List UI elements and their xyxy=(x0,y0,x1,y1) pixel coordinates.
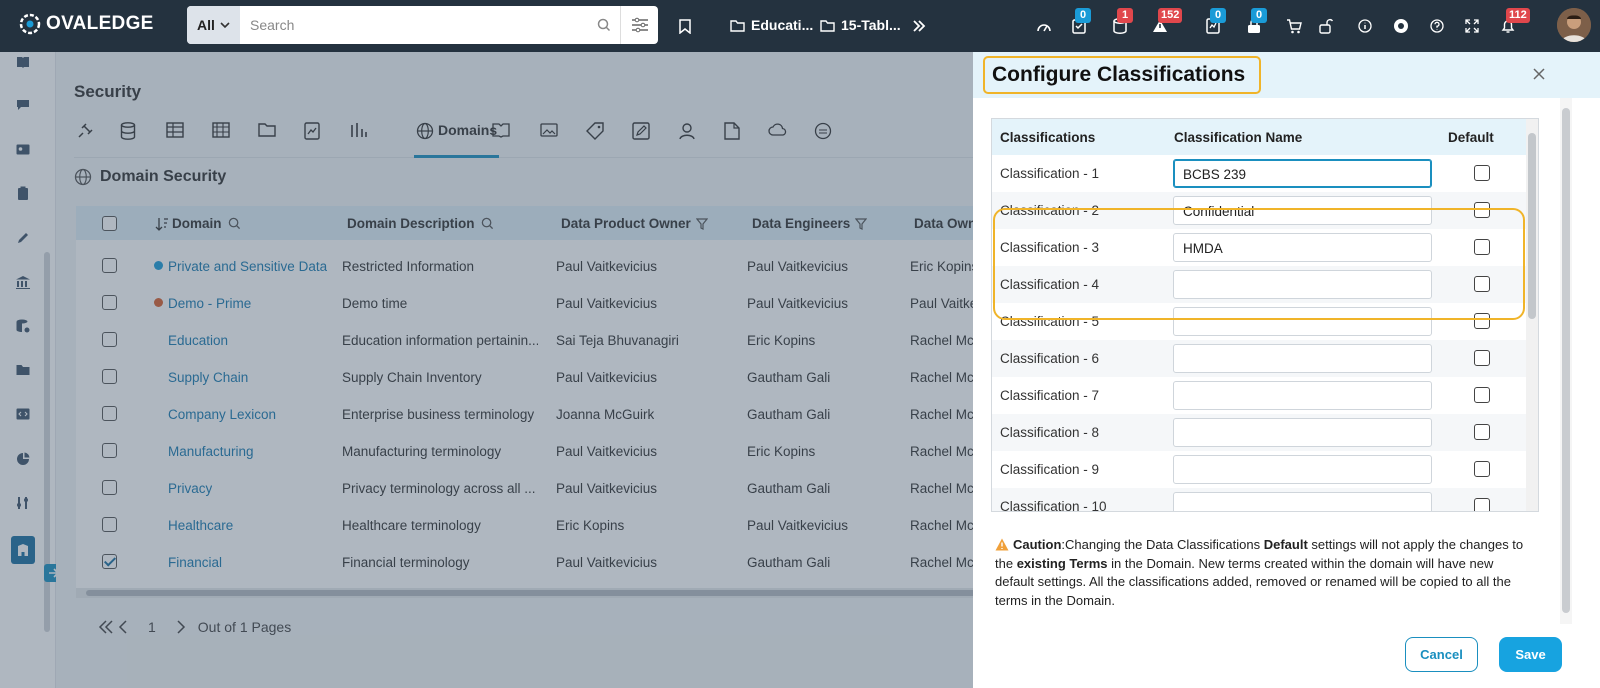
search-input[interactable] xyxy=(240,6,588,44)
lock-badge: 0 xyxy=(1251,8,1267,23)
classification-name-input[interactable]: BCBS 239 xyxy=(1173,159,1432,188)
panel-scrollbar[interactable] xyxy=(1560,98,1572,624)
classification-label: Classification - 6 xyxy=(1000,351,1100,366)
default-checkbox[interactable] xyxy=(1474,424,1490,440)
classification-row: Classification - 7 xyxy=(992,377,1528,414)
breadcrumb-2[interactable]: 15-Tabl... xyxy=(820,17,901,33)
top-bar: OVALEDGE All Educati... 15-Tabl... 0 1 1… xyxy=(0,0,1600,52)
user-avatar[interactable] xyxy=(1557,8,1591,42)
classification-row: Classification - 1 BCBS 239 xyxy=(992,155,1528,192)
classification-name-input[interactable] xyxy=(1173,455,1432,484)
default-checkbox[interactable] xyxy=(1474,461,1490,477)
breadcrumb-1-label: Educati... xyxy=(751,17,814,33)
search-scope-select[interactable]: All xyxy=(187,6,240,44)
help-icon[interactable] xyxy=(1427,16,1447,36)
fullscreen-icon[interactable] xyxy=(1462,16,1482,36)
chrome-extension-icon[interactable] xyxy=(1391,16,1411,36)
logo-icon xyxy=(19,13,41,35)
configure-classifications-panel: Configure Classifications Classification… xyxy=(973,52,1600,688)
panel-title: Configure Classifications xyxy=(983,56,1261,94)
classification-name-input[interactable] xyxy=(1173,344,1432,373)
default-checkbox[interactable] xyxy=(1474,165,1490,181)
double-chevron-right-icon[interactable] xyxy=(909,16,929,36)
close-icon[interactable] xyxy=(1531,66,1547,82)
save-button[interactable]: Save xyxy=(1499,637,1562,672)
modal-backdrop[interactable] xyxy=(0,52,1000,688)
header-classification-name: Classification Name xyxy=(1174,130,1303,145)
chevron-down-icon xyxy=(220,21,230,28)
classification-name-input[interactable] xyxy=(1173,381,1432,410)
dashboard-icon[interactable] xyxy=(1034,16,1054,36)
classification-label: Classification - 1 xyxy=(1000,166,1100,181)
highlighted-classifications xyxy=(993,208,1525,320)
folder-icon xyxy=(730,19,745,32)
classification-row: Classification - 6 xyxy=(992,340,1528,377)
default-checkbox[interactable] xyxy=(1474,350,1490,366)
unlock-icon[interactable] xyxy=(1316,16,1336,36)
alert-badge: 152 xyxy=(1158,8,1183,23)
ovaledge-logo[interactable]: OVALEDGE xyxy=(18,12,154,36)
tasks-badge: 0 xyxy=(1075,8,1091,23)
classification-label: Classification - 7 xyxy=(1000,388,1100,403)
classification-name-input[interactable] xyxy=(1173,418,1432,447)
header-classifications: Classifications xyxy=(1000,130,1096,145)
panel-header: Configure Classifications xyxy=(973,52,1600,98)
classifications-scrollbar[interactable] xyxy=(1526,119,1538,511)
warning-icon xyxy=(995,538,1009,551)
default-checkbox[interactable] xyxy=(1474,498,1490,511)
info-icon[interactable] xyxy=(1355,16,1375,36)
global-search: All xyxy=(187,6,658,44)
caution-bold-1: Default xyxy=(1263,537,1308,552)
classification-name-input[interactable] xyxy=(1173,492,1432,511)
notifications-badge: 112 xyxy=(1506,8,1530,23)
header-default: Default xyxy=(1448,130,1494,145)
default-checkbox[interactable] xyxy=(1474,387,1490,403)
search-scope-label: All xyxy=(197,17,215,33)
classification-label: Classification - 10 xyxy=(1000,499,1107,512)
caution-prefix: Caution xyxy=(1013,537,1062,552)
bookmark-icon[interactable] xyxy=(675,16,695,36)
breadcrumb-2-label: 15-Tabl... xyxy=(841,17,901,33)
breadcrumb-1[interactable]: Educati... xyxy=(730,17,813,33)
caution-bold-2: existing Terms xyxy=(1016,555,1108,571)
classifications-table-header: Classifications Classification Name Defa… xyxy=(992,119,1538,155)
classification-row: Classification - 10 xyxy=(992,488,1528,512)
advanced-filter-icon[interactable] xyxy=(620,6,658,44)
caution-text-1: :Changing the Data Classifications xyxy=(1061,537,1264,552)
classification-row: Classification - 8 xyxy=(992,414,1528,451)
classification-label: Classification - 9 xyxy=(1000,462,1100,477)
cancel-button[interactable]: Cancel xyxy=(1405,637,1478,672)
logo-text: OVALEDGE xyxy=(46,13,154,34)
cart-icon[interactable] xyxy=(1284,16,1304,36)
search-icon[interactable] xyxy=(588,18,620,32)
report-badge: 0 xyxy=(1210,8,1226,23)
classification-row: Classification - 9 xyxy=(992,451,1528,488)
caution-message: Caution:Changing the Data Classification… xyxy=(995,536,1535,610)
database-badge: 1 xyxy=(1117,8,1133,23)
folder-icon xyxy=(820,19,835,32)
classification-label: Classification - 8 xyxy=(1000,425,1100,440)
